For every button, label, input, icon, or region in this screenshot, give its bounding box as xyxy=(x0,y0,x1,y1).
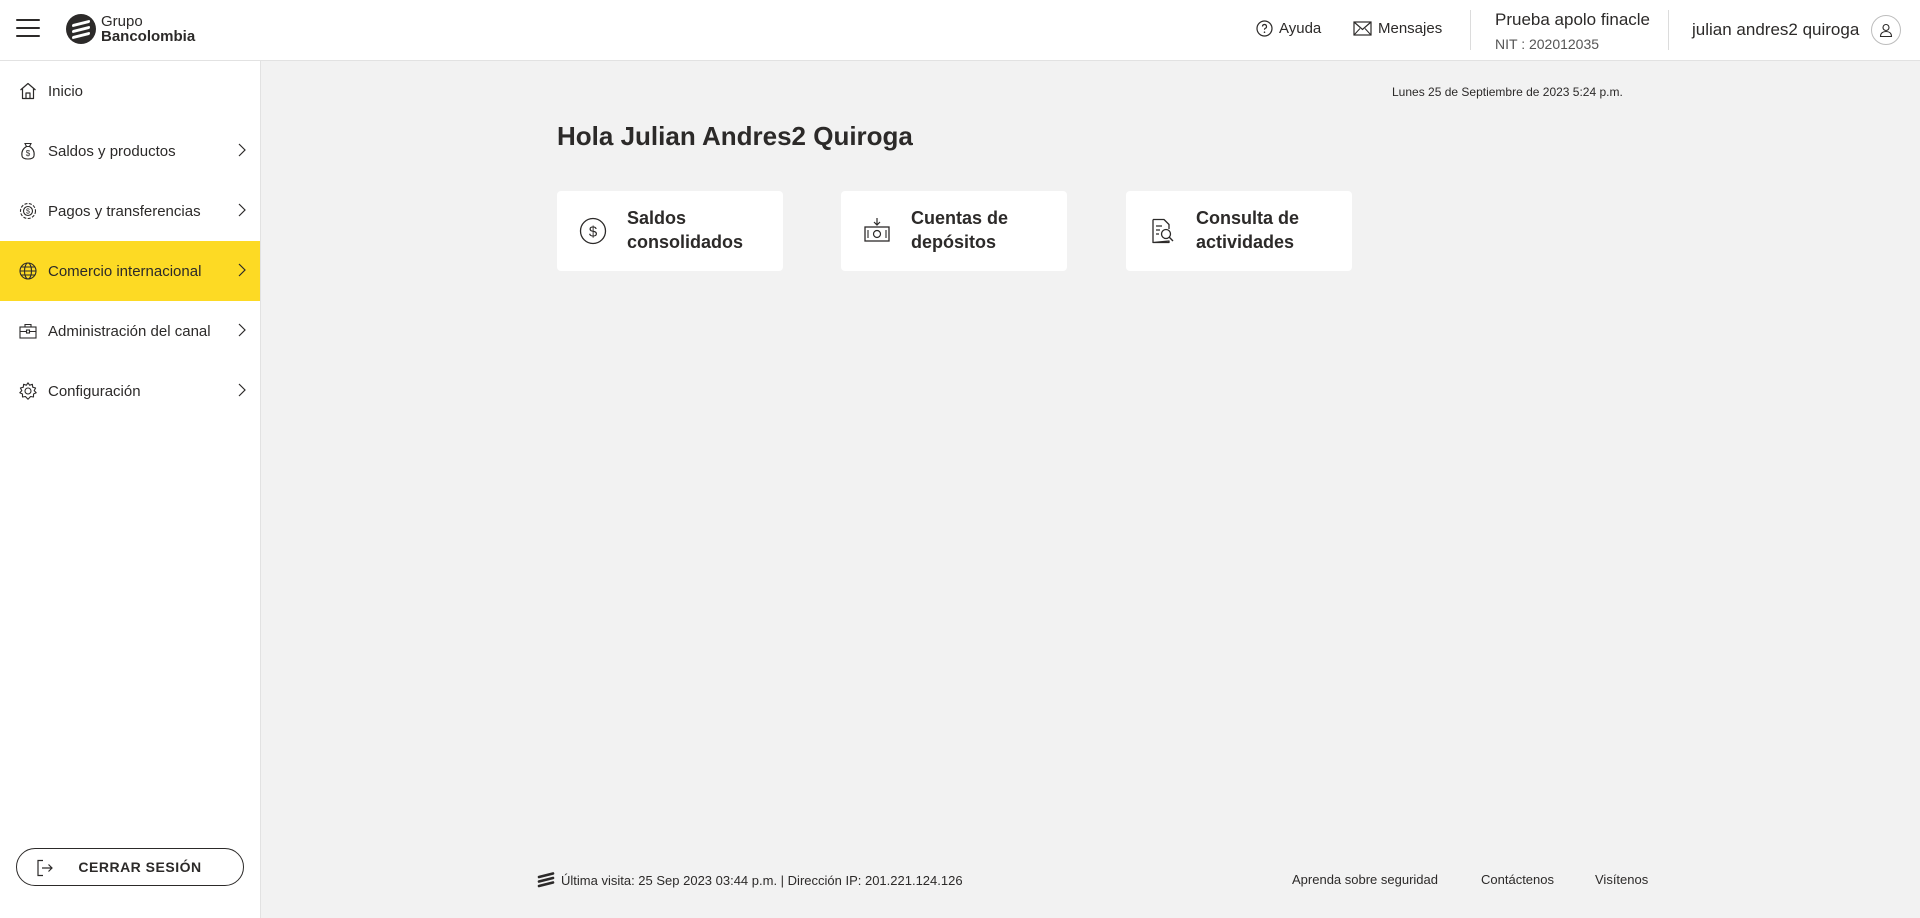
last-visit-text: Última visita: 25 Sep 2023 03:44 p.m. | … xyxy=(561,872,963,888)
sidebar-item-configuracion[interactable]: Configuración xyxy=(0,361,260,421)
header-divider xyxy=(1470,10,1471,50)
dollar-circle-icon: $ xyxy=(579,217,607,245)
card-label-line-1: Cuentas de xyxy=(911,208,1009,228)
logo-line-2: Bancolombia xyxy=(101,28,196,45)
card-label-line-2: depósitos xyxy=(911,232,997,252)
footer-link-contactenos[interactable]: Contáctenos xyxy=(1481,872,1554,887)
company-nit: NIT : 202012035 xyxy=(1495,36,1600,52)
card-label-line-2: consolidados xyxy=(627,232,744,252)
card-label: Consulta de actividades xyxy=(1196,206,1346,254)
footer-link-visitenos[interactable]: Visítenos xyxy=(1595,872,1648,887)
sidebar-item-pagos-y-transferencias[interactable]: $ Pagos y transferencias xyxy=(0,181,260,241)
sidebar-item-saldos-y-productos[interactable]: $ Saldos y productos xyxy=(0,121,260,181)
svg-text:$: $ xyxy=(589,224,598,241)
current-datetime: Lunes 25 de Septiembre de 2023 5:24 p.m. xyxy=(1392,85,1623,99)
card-consulta-de-actividades[interactable]: Consulta de actividades xyxy=(1126,191,1352,271)
card-saldos-consolidados[interactable]: $ Saldos consolidados xyxy=(557,191,783,271)
sidebar: Inicio $ Saldos y productos $ Pagos y tr… xyxy=(0,61,261,918)
messages-link[interactable]: Mensajes xyxy=(1353,20,1442,37)
sidebar-item-label: Pagos y transferencias xyxy=(48,202,201,220)
svg-text:$: $ xyxy=(26,149,31,158)
sidebar-item-label: Configuración xyxy=(48,382,141,400)
briefcase-icon xyxy=(17,320,39,342)
help-link[interactable]: Ayuda xyxy=(1256,20,1321,37)
help-label: Ayuda xyxy=(1279,20,1322,37)
hamburger-menu-icon[interactable] xyxy=(16,19,40,41)
logo-text: Grupo Bancolombia xyxy=(101,14,195,44)
gear-icon xyxy=(17,380,39,402)
user-avatar-icon[interactable] xyxy=(1871,15,1901,45)
chevron-right-icon xyxy=(238,383,246,397)
chevron-right-icon xyxy=(238,143,246,157)
globe-icon xyxy=(17,260,39,282)
top-bar: Grupo Bancolombia Ayuda Mensajes Prueba … xyxy=(0,0,1920,61)
last-visit-info: Última visita: 25 Sep 2023 03:44 p.m. | … xyxy=(537,872,963,888)
envelope-icon xyxy=(1353,21,1372,36)
card-label-line-1: Saldos xyxy=(627,208,687,228)
sidebar-item-label: Comercio internacional xyxy=(48,262,202,280)
bancolombia-logo-mark-icon xyxy=(66,14,96,44)
logout-button[interactable]: CERRAR SESIÓN xyxy=(16,848,244,886)
company-selector[interactable]: Prueba apolo finacle NIT : 202012035 xyxy=(1495,10,1650,52)
help-icon xyxy=(1256,20,1273,37)
sidebar-item-administracion-del-canal[interactable]: Administración del canal xyxy=(0,301,260,361)
page-title: Hola Julian Andres2 Quiroga xyxy=(557,121,913,151)
logout-icon xyxy=(37,859,53,877)
bancolombia-mark-icon xyxy=(537,872,555,888)
money-bag-icon: $ xyxy=(17,140,39,162)
bancolombia-logo[interactable]: Grupo Bancolombia xyxy=(66,13,195,45)
home-icon xyxy=(17,80,39,102)
logo-line-1: Grupo xyxy=(101,13,143,30)
card-label: Cuentas de depósitos xyxy=(911,206,1061,254)
footer-link-seguridad[interactable]: Aprenda sobre seguridad xyxy=(1292,872,1438,887)
sidebar-item-comercio-internacional[interactable]: Comercio internacional xyxy=(0,241,260,301)
chevron-right-icon xyxy=(238,323,246,337)
sidebar-item-label: Inicio xyxy=(48,82,84,100)
cash-deposit-icon xyxy=(864,218,890,242)
document-search-icon xyxy=(1152,218,1174,244)
chevron-right-icon xyxy=(238,203,246,217)
sidebar-item-label: Administración del canal xyxy=(48,322,211,340)
card-label: Saldos consolidados xyxy=(627,206,777,254)
card-label-line-2: actividades xyxy=(1196,232,1295,252)
card-cuentas-de-depositos[interactable]: Cuentas de depósitos xyxy=(841,191,1067,271)
chevron-right-icon xyxy=(238,263,246,277)
svg-text:$: $ xyxy=(26,209,30,216)
payment-gear-icon: $ xyxy=(17,200,39,222)
sidebar-item-label: Saldos y productos xyxy=(48,142,176,160)
company-name: Prueba apolo finacle xyxy=(1495,10,1651,29)
sidebar-item-inicio[interactable]: Inicio xyxy=(0,61,260,121)
messages-label: Mensajes xyxy=(1378,20,1443,37)
user-name[interactable]: julian andres2 quiroga xyxy=(1692,20,1859,40)
card-label-line-1: Consulta de xyxy=(1196,208,1300,228)
header-divider xyxy=(1668,10,1669,50)
